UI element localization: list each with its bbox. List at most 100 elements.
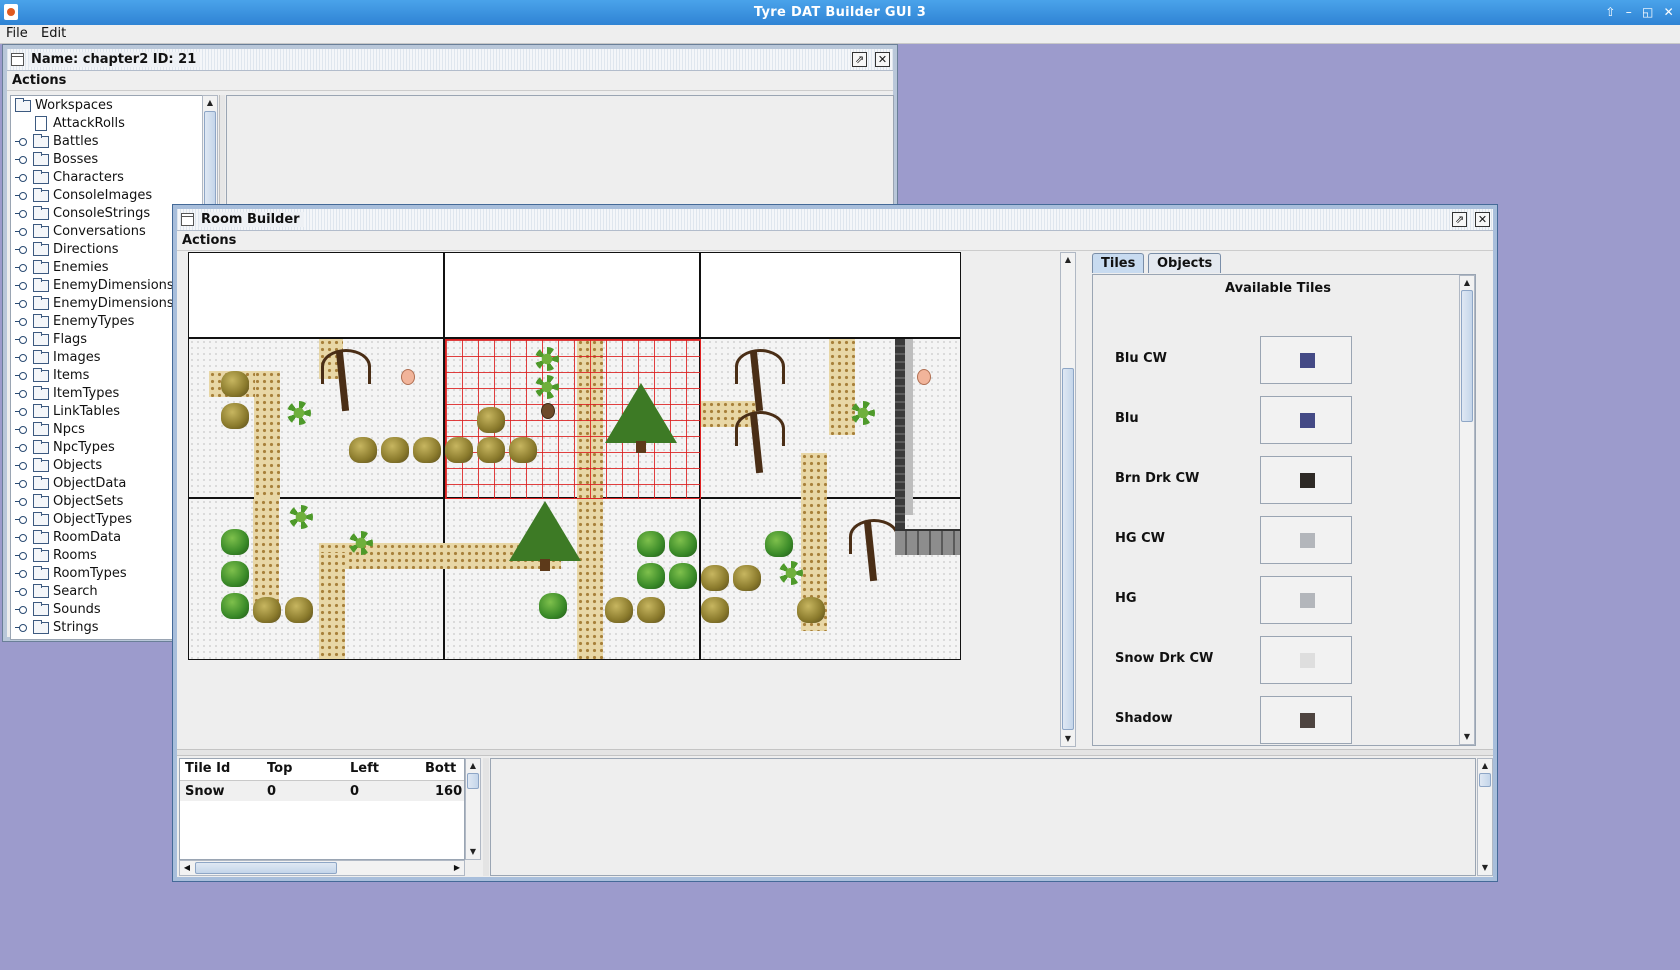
col-top[interactable]: Top bbox=[267, 759, 292, 779]
explorer-title-bar[interactable]: Name: chapter2 ID: 21 ⇗ ✕ bbox=[7, 49, 893, 71]
tab-tiles[interactable]: Tiles bbox=[1092, 253, 1145, 273]
tile-preview[interactable] bbox=[1260, 636, 1352, 684]
scroll-down-icon[interactable]: ▼ bbox=[1061, 732, 1075, 746]
map-scroll-thumb[interactable] bbox=[1062, 368, 1074, 730]
tiles-scrollbar[interactable]: ▲ ▼ bbox=[1459, 275, 1475, 745]
tile-row[interactable]: Blu CW bbox=[1093, 336, 1475, 384]
expand-handle-icon[interactable] bbox=[15, 534, 27, 542]
menu-file[interactable]: File bbox=[6, 26, 28, 41]
scroll-up-icon[interactable]: ▲ bbox=[1478, 759, 1492, 773]
table-vscroll-thumb[interactable] bbox=[467, 773, 479, 789]
expand-handle-icon[interactable] bbox=[15, 174, 27, 182]
expand-handle-icon[interactable] bbox=[15, 516, 27, 524]
room-builder-actions-menu[interactable]: Actions bbox=[182, 233, 236, 248]
table-hscroll-thumb[interactable] bbox=[195, 862, 337, 874]
folder-icon bbox=[33, 314, 49, 328]
tile-row[interactable]: Shadow bbox=[1093, 696, 1475, 744]
room-map[interactable] bbox=[188, 252, 961, 660]
explorer-actions-menu[interactable]: Actions bbox=[12, 73, 66, 88]
expand-handle-icon[interactable] bbox=[15, 156, 27, 164]
expand-handle-icon[interactable] bbox=[15, 282, 27, 290]
expand-handle-icon[interactable] bbox=[15, 498, 27, 506]
tile-preview[interactable] bbox=[1260, 336, 1352, 384]
scroll-left-icon[interactable]: ◀ bbox=[180, 861, 194, 875]
expand-handle-icon[interactable] bbox=[15, 372, 27, 380]
detail-scrollbar[interactable]: ▲ ▼ bbox=[1477, 758, 1493, 876]
close-frame-icon[interactable]: ✕ bbox=[1475, 212, 1490, 227]
close-frame-icon[interactable]: ✕ bbox=[875, 52, 890, 67]
detach-icon[interactable]: ⇗ bbox=[1452, 212, 1467, 227]
col-tile-id[interactable]: Tile Id bbox=[185, 759, 230, 779]
room-builder-title-bar[interactable]: Room Builder ⇗ ✕ bbox=[177, 209, 1493, 231]
tile-preview[interactable] bbox=[1260, 516, 1352, 564]
expand-handle-icon[interactable] bbox=[15, 138, 27, 146]
expand-handle-icon[interactable] bbox=[15, 570, 27, 578]
tile-preview[interactable] bbox=[1260, 696, 1352, 744]
menu-edit[interactable]: Edit bbox=[41, 26, 66, 41]
bottom-split-divider[interactable] bbox=[177, 749, 1493, 756]
pig-npc[interactable] bbox=[917, 369, 931, 385]
map-cell[interactable] bbox=[701, 253, 960, 339]
maximize-icon[interactable]: ◱ bbox=[1642, 0, 1654, 25]
tile-table[interactable]: Tile Id Top Left Bott Snow 0 0 160 bbox=[179, 758, 465, 860]
expand-handle-icon[interactable] bbox=[15, 192, 27, 200]
expand-handle-icon[interactable] bbox=[15, 606, 27, 614]
expand-handle-icon[interactable] bbox=[15, 228, 27, 236]
scroll-up-icon[interactable]: ▲ bbox=[466, 759, 480, 773]
tile-preview[interactable] bbox=[1260, 576, 1352, 624]
tile-row[interactable]: HG bbox=[1093, 576, 1475, 624]
scroll-up-icon[interactable]: ▲ bbox=[1061, 253, 1075, 267]
expand-handle-icon[interactable] bbox=[15, 300, 27, 308]
pine-trunk bbox=[636, 441, 646, 453]
expand-handle-icon[interactable] bbox=[15, 408, 27, 416]
pig-npc[interactable] bbox=[401, 369, 415, 385]
map-cell[interactable] bbox=[189, 253, 445, 339]
bottom-vertical-divider[interactable] bbox=[483, 758, 489, 876]
scroll-down-icon[interactable]: ▼ bbox=[466, 845, 480, 859]
expand-handle-icon[interactable] bbox=[15, 480, 27, 488]
map-cell[interactable] bbox=[445, 253, 701, 339]
expand-handle-icon[interactable] bbox=[15, 264, 27, 272]
minimize-icon[interactable]: – bbox=[1626, 0, 1632, 25]
expand-handle-icon[interactable] bbox=[15, 588, 27, 596]
folder-icon bbox=[33, 620, 49, 634]
tile-preview[interactable] bbox=[1260, 456, 1352, 504]
expand-handle-icon[interactable] bbox=[15, 552, 27, 560]
expand-handle-icon[interactable] bbox=[15, 318, 27, 326]
scroll-down-icon[interactable]: ▼ bbox=[1460, 730, 1474, 744]
green-bush bbox=[637, 563, 665, 589]
col-bottom[interactable]: Bott bbox=[425, 759, 456, 779]
expand-handle-icon[interactable] bbox=[15, 462, 27, 470]
expand-handle-icon[interactable] bbox=[15, 246, 27, 254]
tile-row[interactable]: Blu bbox=[1093, 396, 1475, 444]
detach-icon[interactable]: ⇗ bbox=[852, 52, 867, 67]
expand-handle-icon[interactable] bbox=[15, 354, 27, 362]
green-bush bbox=[221, 561, 249, 587]
expand-handle-icon[interactable] bbox=[15, 426, 27, 434]
expand-handle-icon[interactable] bbox=[15, 210, 27, 218]
detail-scroll-thumb[interactable] bbox=[1479, 773, 1491, 787]
map-scrollbar[interactable]: ▲ ▼ bbox=[1060, 252, 1076, 747]
table-row[interactable]: Snow 0 0 160 bbox=[180, 781, 464, 801]
tile-preview[interactable] bbox=[1260, 396, 1352, 444]
tile-row[interactable]: Snow Drk CW bbox=[1093, 636, 1475, 684]
scroll-up-icon[interactable]: ▲ bbox=[1460, 276, 1474, 290]
tile-row[interactable]: HG CW bbox=[1093, 516, 1475, 564]
table-vscrollbar[interactable]: ▲ ▼ bbox=[465, 758, 481, 860]
tile-name: HG CW bbox=[1115, 531, 1165, 546]
scroll-right-icon[interactable]: ▶ bbox=[450, 861, 464, 875]
scroll-down-icon[interactable]: ▼ bbox=[1478, 861, 1492, 875]
tiles-scroll-thumb[interactable] bbox=[1461, 290, 1473, 422]
scroll-up-icon[interactable]: ▲ bbox=[203, 96, 217, 110]
table-hscrollbar[interactable]: ◀ ▶ bbox=[179, 860, 465, 876]
expand-handle-icon[interactable] bbox=[15, 444, 27, 452]
character-sprite[interactable] bbox=[541, 403, 555, 419]
expand-handle-icon[interactable] bbox=[15, 390, 27, 398]
close-icon[interactable]: ✕ bbox=[1664, 0, 1674, 25]
col-left[interactable]: Left bbox=[350, 759, 379, 779]
tile-row[interactable]: Brn Drk CW bbox=[1093, 456, 1475, 504]
expand-handle-icon[interactable] bbox=[15, 336, 27, 344]
expand-handle-icon[interactable] bbox=[15, 624, 27, 632]
tab-objects[interactable]: Objects bbox=[1148, 253, 1222, 273]
restore-up-icon[interactable]: ⇧ bbox=[1605, 0, 1615, 25]
